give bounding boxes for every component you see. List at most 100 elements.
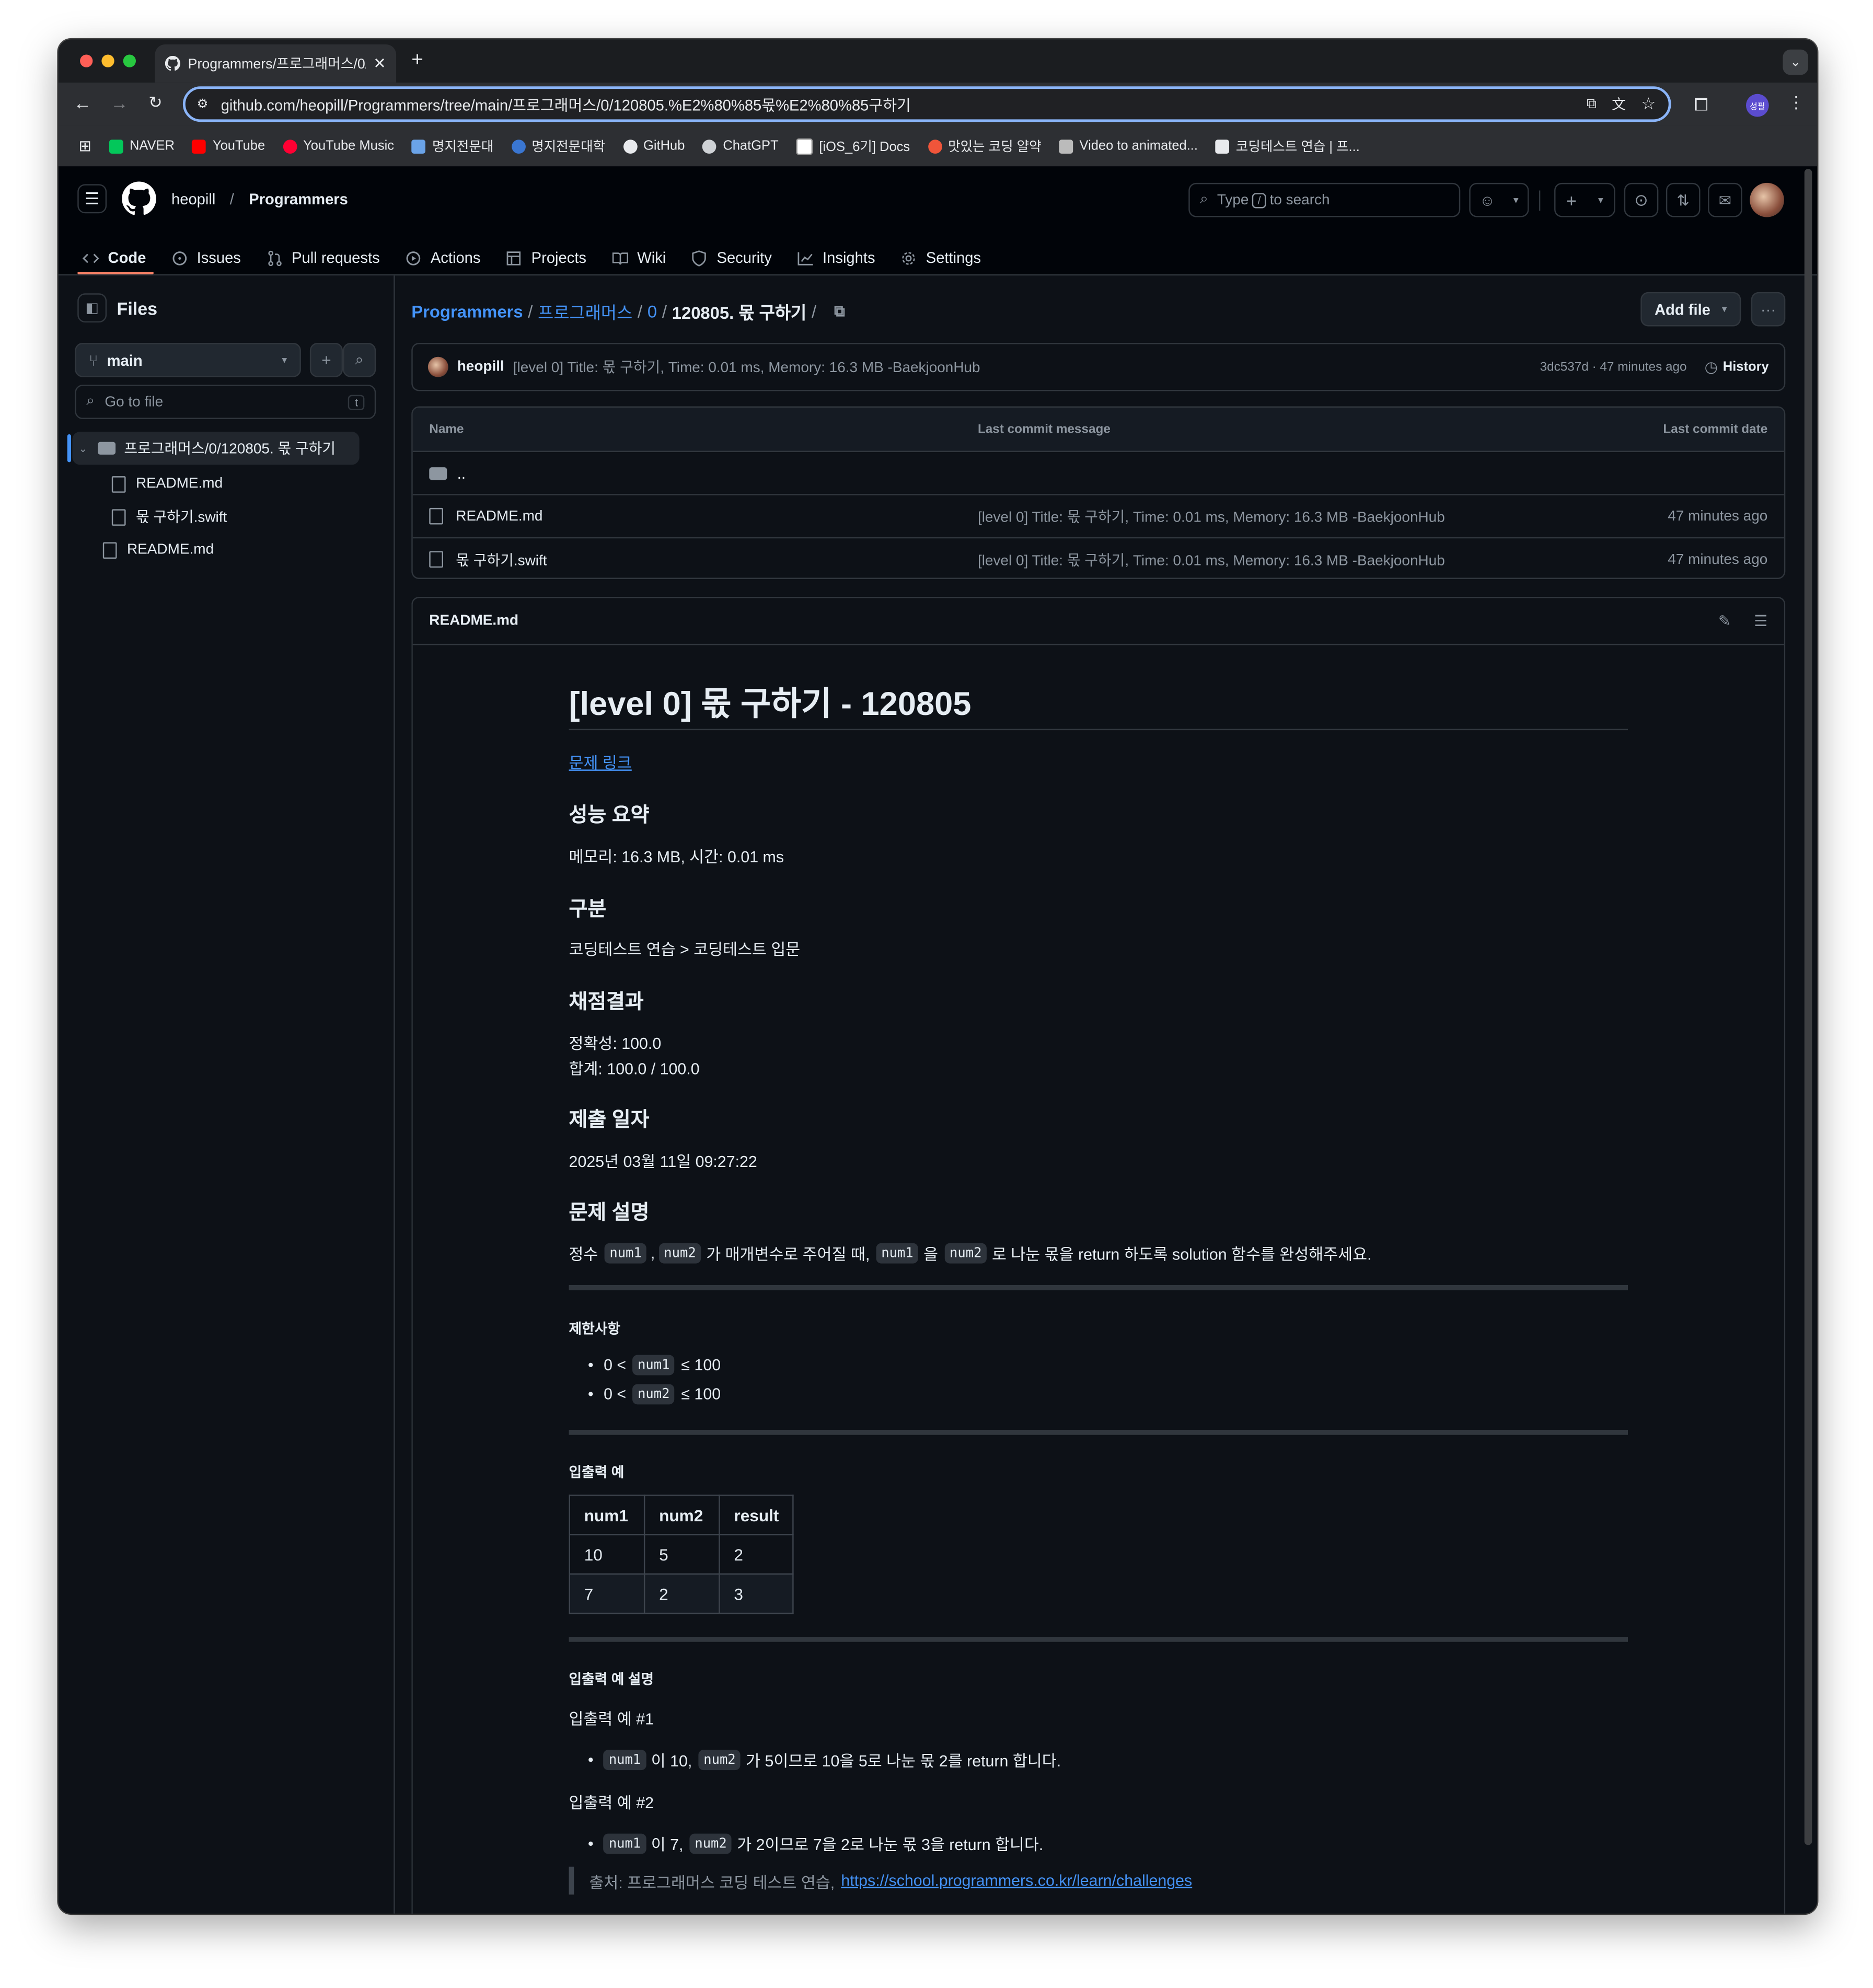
parent-directory-row[interactable]: .. xyxy=(412,452,1784,495)
bookmark-naver[interactable]: NAVER xyxy=(109,138,175,154)
bookmark-ios-docs[interactable]: [iOS_6기] Docs xyxy=(796,136,910,155)
tab-code[interactable]: Code xyxy=(82,249,146,267)
file-name-link[interactable]: 몫 구하기.swift xyxy=(456,549,978,570)
page-icon xyxy=(412,139,426,153)
repo-name-link[interactable]: Programmers xyxy=(249,190,348,208)
breadcrumb-separator: / xyxy=(528,302,533,321)
tree-item-label: 프로그래머스/0/120805. 몫 구하기 xyxy=(124,442,336,457)
inline-code: num1 xyxy=(604,1242,647,1263)
breadcrumb-current: 120805. 몫 구하기 xyxy=(672,303,807,323)
close-tab-icon[interactable]: ✕ xyxy=(373,54,386,72)
create-new-button[interactable]: + ▾ xyxy=(1554,182,1615,217)
commit-author-avatar[interactable] xyxy=(427,356,448,377)
more-options-button[interactable]: ··· xyxy=(1751,292,1786,327)
bookmark-star-icon[interactable]: ☆ xyxy=(1641,94,1656,114)
tab-projects[interactable]: Projects xyxy=(506,249,586,267)
github-header: ☰ heopill / Programmers ⌕ Type / to sear… xyxy=(58,166,1818,276)
issues-button[interactable]: ⊙ xyxy=(1624,182,1659,217)
breadcrumb-link[interactable]: 0 xyxy=(648,302,657,320)
bookmark-mjc-1[interactable]: 명지전문대 xyxy=(412,136,493,155)
browser-tab[interactable]: Programmers/프로그래머스/0/120805... ✕ xyxy=(155,44,397,83)
issue-icon xyxy=(172,250,187,265)
pull-requests-button[interactable]: ⇅ xyxy=(1666,182,1701,217)
translate-icon[interactable]: 文 xyxy=(1612,94,1626,114)
parent-directory-link[interactable]: .. xyxy=(457,464,466,482)
bookmark-youtube-music[interactable]: YouTube Music xyxy=(283,138,394,154)
bookmark-programmers[interactable]: 코딩테스트 연습 | 프... xyxy=(1216,136,1360,155)
apps-grid-icon[interactable]: ⊞ xyxy=(79,137,91,155)
copilot-button[interactable]: ☺ ▾ xyxy=(1469,182,1529,217)
commit-author[interactable]: heopill xyxy=(457,360,504,375)
outline-list-icon[interactable]: ☰ xyxy=(1754,612,1767,630)
table-row[interactable]: 몫 구하기.swift [level 0] Title: 몫 구하기, Time… xyxy=(413,538,1784,577)
tree-item-folder[interactable]: ⌄ 프로그래머스/0/120805. 몫 구하기 xyxy=(72,432,360,465)
heading-category: 구분 xyxy=(569,899,607,921)
go-to-file-input[interactable]: ⌕ Go to file t xyxy=(75,385,376,419)
source-link[interactable]: https://school.programmers.co.kr/learn/c… xyxy=(841,1872,1192,1890)
row-commit-message[interactable]: [level 0] Title: 몫 구하기, Time: 0.01 ms, M… xyxy=(978,506,1668,526)
minimize-window-button[interactable] xyxy=(101,54,114,67)
profile-avatar[interactable]: 성필 xyxy=(1745,94,1769,117)
add-file-button[interactable]: Add file ▾ xyxy=(1640,292,1741,327)
bookmark-video-gif[interactable]: Video to animated... xyxy=(1059,138,1198,154)
reload-icon[interactable]: ↻ xyxy=(148,93,163,113)
tab-search-button[interactable]: ⌄ xyxy=(1783,49,1809,75)
bookmark-chatgpt[interactable]: ChatGPT xyxy=(702,138,779,154)
tab-security[interactable]: Security xyxy=(691,249,772,267)
tab-settings[interactable]: Settings xyxy=(900,249,981,267)
hamburger-menu-button[interactable]: ☰ xyxy=(77,184,107,214)
tab-pull-requests[interactable]: Pull requests xyxy=(266,249,380,267)
github-logo-icon[interactable] xyxy=(122,181,156,216)
user-avatar[interactable] xyxy=(1750,182,1784,217)
tree-item-file[interactable]: README.md xyxy=(102,537,214,563)
inbox-button[interactable]: ✉ xyxy=(1708,182,1742,217)
tab-insights[interactable]: Insights xyxy=(797,249,875,267)
extensions-icon[interactable]: ⧠ xyxy=(1694,94,1708,115)
file-name-link[interactable]: README.md xyxy=(456,508,978,524)
row-commit-message[interactable]: [level 0] Title: 몫 구하기, Time: 0.01 ms, M… xyxy=(978,549,1668,570)
bookmark-mjc-2[interactable]: 명지전문대학 xyxy=(511,136,605,155)
repo-owner-link[interactable]: heopill xyxy=(171,190,215,208)
breadcrumb-link[interactable]: 프로그래머스 xyxy=(538,298,632,324)
tab-wiki[interactable]: Wiki xyxy=(612,249,666,267)
site-info-icon[interactable]: ⚙ xyxy=(197,97,209,111)
bookmark-github[interactable]: GitHub xyxy=(623,138,685,154)
commit-meta[interactable]: 3dc537d · 47 minutes ago xyxy=(1540,360,1687,374)
maximize-window-button[interactable] xyxy=(123,54,136,67)
chrome-menu-icon[interactable]: ⋮ xyxy=(1788,93,1805,113)
new-tab-button[interactable]: + xyxy=(411,50,423,73)
readme-file-label[interactable]: README.md xyxy=(429,614,1718,629)
global-search-input[interactable]: ⌕ Type / to search xyxy=(1188,182,1461,217)
tab-title: Programmers/프로그래머스/0/120805... xyxy=(188,57,366,73)
forward-icon[interactable]: → xyxy=(110,93,128,113)
bookmark-coding-pill[interactable]: 맛있는 코딩 얄약 xyxy=(928,136,1042,155)
copy-path-icon[interactable]: ⧉ xyxy=(834,302,845,320)
problem-link[interactable]: 문제 링크 xyxy=(569,749,632,773)
file-icon xyxy=(111,508,126,525)
tab-label: Wiki xyxy=(637,249,666,267)
branch-selector[interactable]: ⑂ main ▾ xyxy=(75,343,301,377)
bookmark-youtube[interactable]: YouTube xyxy=(192,138,265,154)
tab-actions[interactable]: Actions xyxy=(405,249,480,267)
add-file-label: Add file xyxy=(1654,300,1710,318)
edit-pencil-icon[interactable]: ✎ xyxy=(1718,612,1731,630)
install-app-icon[interactable]: ⧉ xyxy=(1587,96,1597,112)
book-icon xyxy=(612,252,628,264)
tree-item-file[interactable]: README.md xyxy=(111,471,223,496)
divider xyxy=(569,1429,1628,1435)
commit-message[interactable]: [level 0] Title: 몫 구하기, Time: 0.01 ms, M… xyxy=(513,357,1540,377)
file-tree-sidebar: ◧ Files ⑂ main ▾ + ⌕ ⌕ Go to file t ⌄ 프로… xyxy=(58,275,395,1914)
page-scrollbar[interactable] xyxy=(1804,169,1812,1845)
collapse-sidebar-button[interactable]: ◧ xyxy=(77,293,107,323)
close-window-button[interactable] xyxy=(80,54,93,67)
tab-issues[interactable]: Issues xyxy=(171,249,241,267)
tab-label: Projects xyxy=(531,249,587,267)
add-file-icon-button[interactable]: + xyxy=(309,343,343,377)
breadcrumb-link[interactable]: Programmers xyxy=(411,302,523,320)
back-icon[interactable]: ← xyxy=(74,93,91,113)
history-link[interactable]: History xyxy=(1723,360,1769,375)
tree-item-file[interactable]: 몫 구하기.swift xyxy=(111,504,227,530)
table-row[interactable]: README.md [level 0] Title: 몫 구하기, Time: … xyxy=(412,495,1784,539)
address-bar[interactable]: ⚙ github.com/heopill/Programmers/tree/ma… xyxy=(182,86,1671,122)
search-files-button[interactable]: ⌕ xyxy=(343,343,376,377)
